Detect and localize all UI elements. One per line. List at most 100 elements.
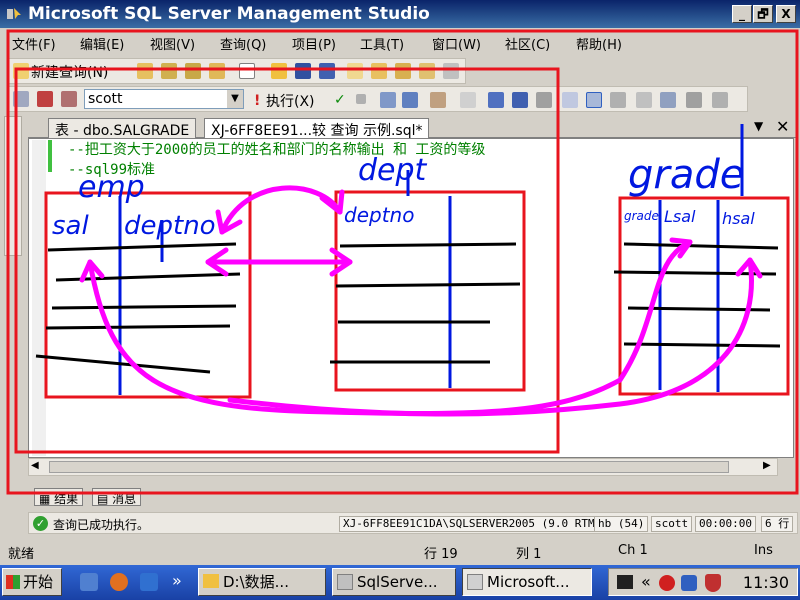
tab-dropdown-icon[interactable]: ▼ bbox=[754, 119, 763, 133]
user-info: hb (54) bbox=[594, 516, 649, 532]
status-row: 行 19 bbox=[424, 547, 458, 562]
start-button[interactable]: 开始 bbox=[2, 568, 62, 596]
app-status-bar: 就绪 行 19 列 1 Ch 1 Ins bbox=[0, 537, 800, 565]
task-ssms[interactable]: Microsoft... bbox=[462, 568, 592, 596]
query-status-message: 查询已成功执行。 bbox=[53, 518, 150, 532]
database-select[interactable]: scott ▼ bbox=[84, 89, 244, 109]
query-options-icon[interactable] bbox=[402, 92, 418, 108]
menu-query[interactable]: 查询(Q) bbox=[220, 34, 266, 53]
close-button[interactable]: X bbox=[776, 5, 796, 23]
sqlserver-icon bbox=[337, 574, 353, 590]
cancel-query-icon[interactable] bbox=[356, 94, 366, 104]
menu-tools[interactable]: 工具(T) bbox=[360, 34, 404, 53]
dmx-query-icon[interactable] bbox=[209, 63, 225, 79]
standard-toolbar: 新建查询(N) bbox=[8, 58, 466, 84]
status-ready: 就绪 bbox=[8, 547, 35, 562]
toolbar-options-icon[interactable] bbox=[443, 63, 459, 79]
execute-button[interactable]: 执行(X) bbox=[266, 91, 315, 111]
specify-values-icon[interactable] bbox=[460, 92, 476, 108]
task-sqlserver[interactable]: SqlServe... bbox=[332, 568, 456, 596]
results-grid-icon[interactable] bbox=[562, 92, 578, 108]
increase-indent-icon[interactable] bbox=[686, 92, 702, 108]
analysis-query-icon[interactable] bbox=[161, 63, 177, 79]
task-folder-label: D:\数据... bbox=[223, 573, 289, 591]
uncomment-icon[interactable] bbox=[636, 92, 652, 108]
messages-tab-label: 消息 bbox=[112, 492, 137, 506]
change-connection-icon[interactable] bbox=[61, 91, 77, 107]
code-line-1[interactable]: --把工资大于2000的员工的姓名和部门的名称输出 和 工资的等级 bbox=[68, 139, 485, 159]
quicklaunch-chevron[interactable]: » bbox=[172, 571, 182, 590]
network-icon[interactable] bbox=[681, 575, 697, 591]
menu-edit[interactable]: 编辑(E) bbox=[80, 34, 124, 53]
intellisense-icon[interactable] bbox=[430, 92, 446, 108]
window-title: Microsoft SQL Server Management Studio bbox=[28, 4, 430, 24]
show-desktop-icon[interactable] bbox=[80, 573, 98, 591]
save-all-icon[interactable] bbox=[319, 63, 335, 79]
menu-help[interactable]: 帮助(H) bbox=[576, 34, 622, 53]
menu-project[interactable]: 项目(P) bbox=[292, 34, 336, 53]
security-shield-icon[interactable] bbox=[705, 574, 721, 592]
close-tab-icon[interactable]: ✕ bbox=[776, 117, 789, 136]
include-plan-icon[interactable] bbox=[488, 92, 504, 108]
results-file-icon[interactable] bbox=[586, 92, 602, 108]
code-line-2[interactable]: --sql99标准 bbox=[68, 159, 155, 179]
connect-icon[interactable] bbox=[13, 91, 29, 107]
change-marker bbox=[48, 140, 52, 172]
task-ssms-label: Microsoft... bbox=[487, 573, 570, 591]
firefox-icon[interactable] bbox=[110, 573, 128, 591]
tab-salgrade-table[interactable]: 表 - dbo.SALGRADE bbox=[48, 118, 197, 139]
ssms-task-icon bbox=[467, 574, 483, 590]
keyboard-icon[interactable] bbox=[617, 575, 633, 589]
task-folder[interactable]: D:\数据... bbox=[198, 568, 326, 596]
menu-file[interactable]: 文件(F) bbox=[12, 34, 56, 53]
title-bar: Microsoft SQL Server Management Studio _… bbox=[0, 0, 800, 28]
minimize-button[interactable]: _ bbox=[732, 5, 752, 23]
row-count: 6 行 bbox=[761, 516, 794, 532]
results-tab-label: 结果 bbox=[54, 492, 79, 506]
tab-query-file[interactable]: XJ-6FF8EE91...较 查询 示例.sql* bbox=[204, 118, 430, 139]
status-ch: Ch 1 bbox=[618, 543, 648, 558]
parse-checkmark-icon[interactable]: ✓ bbox=[334, 92, 350, 108]
tab-messages[interactable]: ▤ 消息 bbox=[92, 488, 142, 506]
menu-window[interactable]: 窗口(W) bbox=[432, 34, 481, 53]
menu-community[interactable]: 社区(C) bbox=[505, 34, 550, 53]
tab-results[interactable]: ▦ 结果 bbox=[34, 488, 84, 506]
scroll-right-icon[interactable]: ▶ bbox=[763, 460, 771, 471]
new-file-icon[interactable] bbox=[239, 63, 255, 79]
chevron-down-icon[interactable]: ▼ bbox=[227, 90, 243, 108]
registered-servers-icon[interactable] bbox=[347, 63, 363, 79]
database-select-value: scott bbox=[88, 91, 123, 107]
tray-expand-chevron[interactable]: « bbox=[641, 572, 651, 591]
open-folder-icon[interactable] bbox=[271, 63, 287, 79]
client-stats-icon[interactable] bbox=[512, 92, 528, 108]
menu-view[interactable]: 视图(V) bbox=[150, 34, 195, 53]
properties-icon[interactable] bbox=[419, 63, 435, 79]
clock: 11:30 bbox=[742, 573, 789, 592]
query-editor[interactable] bbox=[28, 138, 794, 458]
document-tabs: 表 - dbo.SALGRADE XJ-6FF8EE91...较 查询 示例.s… bbox=[28, 116, 798, 139]
ssms-app-icon bbox=[7, 8, 21, 19]
decrease-indent-icon[interactable] bbox=[660, 92, 676, 108]
elapsed-time: 00:00:00 bbox=[695, 516, 756, 532]
display-plan-icon[interactable] bbox=[380, 92, 396, 108]
scroll-thumb[interactable] bbox=[49, 461, 729, 473]
mdx-query-icon[interactable] bbox=[185, 63, 201, 79]
database-engine-query-icon[interactable] bbox=[137, 63, 153, 79]
toolbar-overflow-icon[interactable] bbox=[712, 92, 728, 108]
ie-icon[interactable] bbox=[140, 573, 158, 591]
save-icon[interactable] bbox=[295, 63, 311, 79]
record-icon[interactable] bbox=[659, 575, 675, 591]
editor-horizontal-scrollbar[interactable]: ◀ ▶ bbox=[28, 458, 778, 476]
object-explorer-side-tab[interactable] bbox=[4, 116, 22, 256]
object-explorer-icon[interactable] bbox=[371, 63, 387, 79]
start-label: 开始 bbox=[23, 573, 54, 591]
scroll-left-icon[interactable]: ◀ bbox=[31, 460, 39, 471]
maximize-button[interactable]: 🗗 bbox=[753, 5, 773, 23]
results-text-icon[interactable] bbox=[536, 92, 552, 108]
template-explorer-icon[interactable] bbox=[395, 63, 411, 79]
windows-logo-icon bbox=[6, 575, 20, 589]
disconnect-icon[interactable] bbox=[37, 91, 53, 107]
comment-icon[interactable] bbox=[610, 92, 626, 108]
task-sqlserver-label: SqlServe... bbox=[357, 573, 438, 591]
new-query-button[interactable]: 新建查询(N) bbox=[31, 62, 108, 82]
